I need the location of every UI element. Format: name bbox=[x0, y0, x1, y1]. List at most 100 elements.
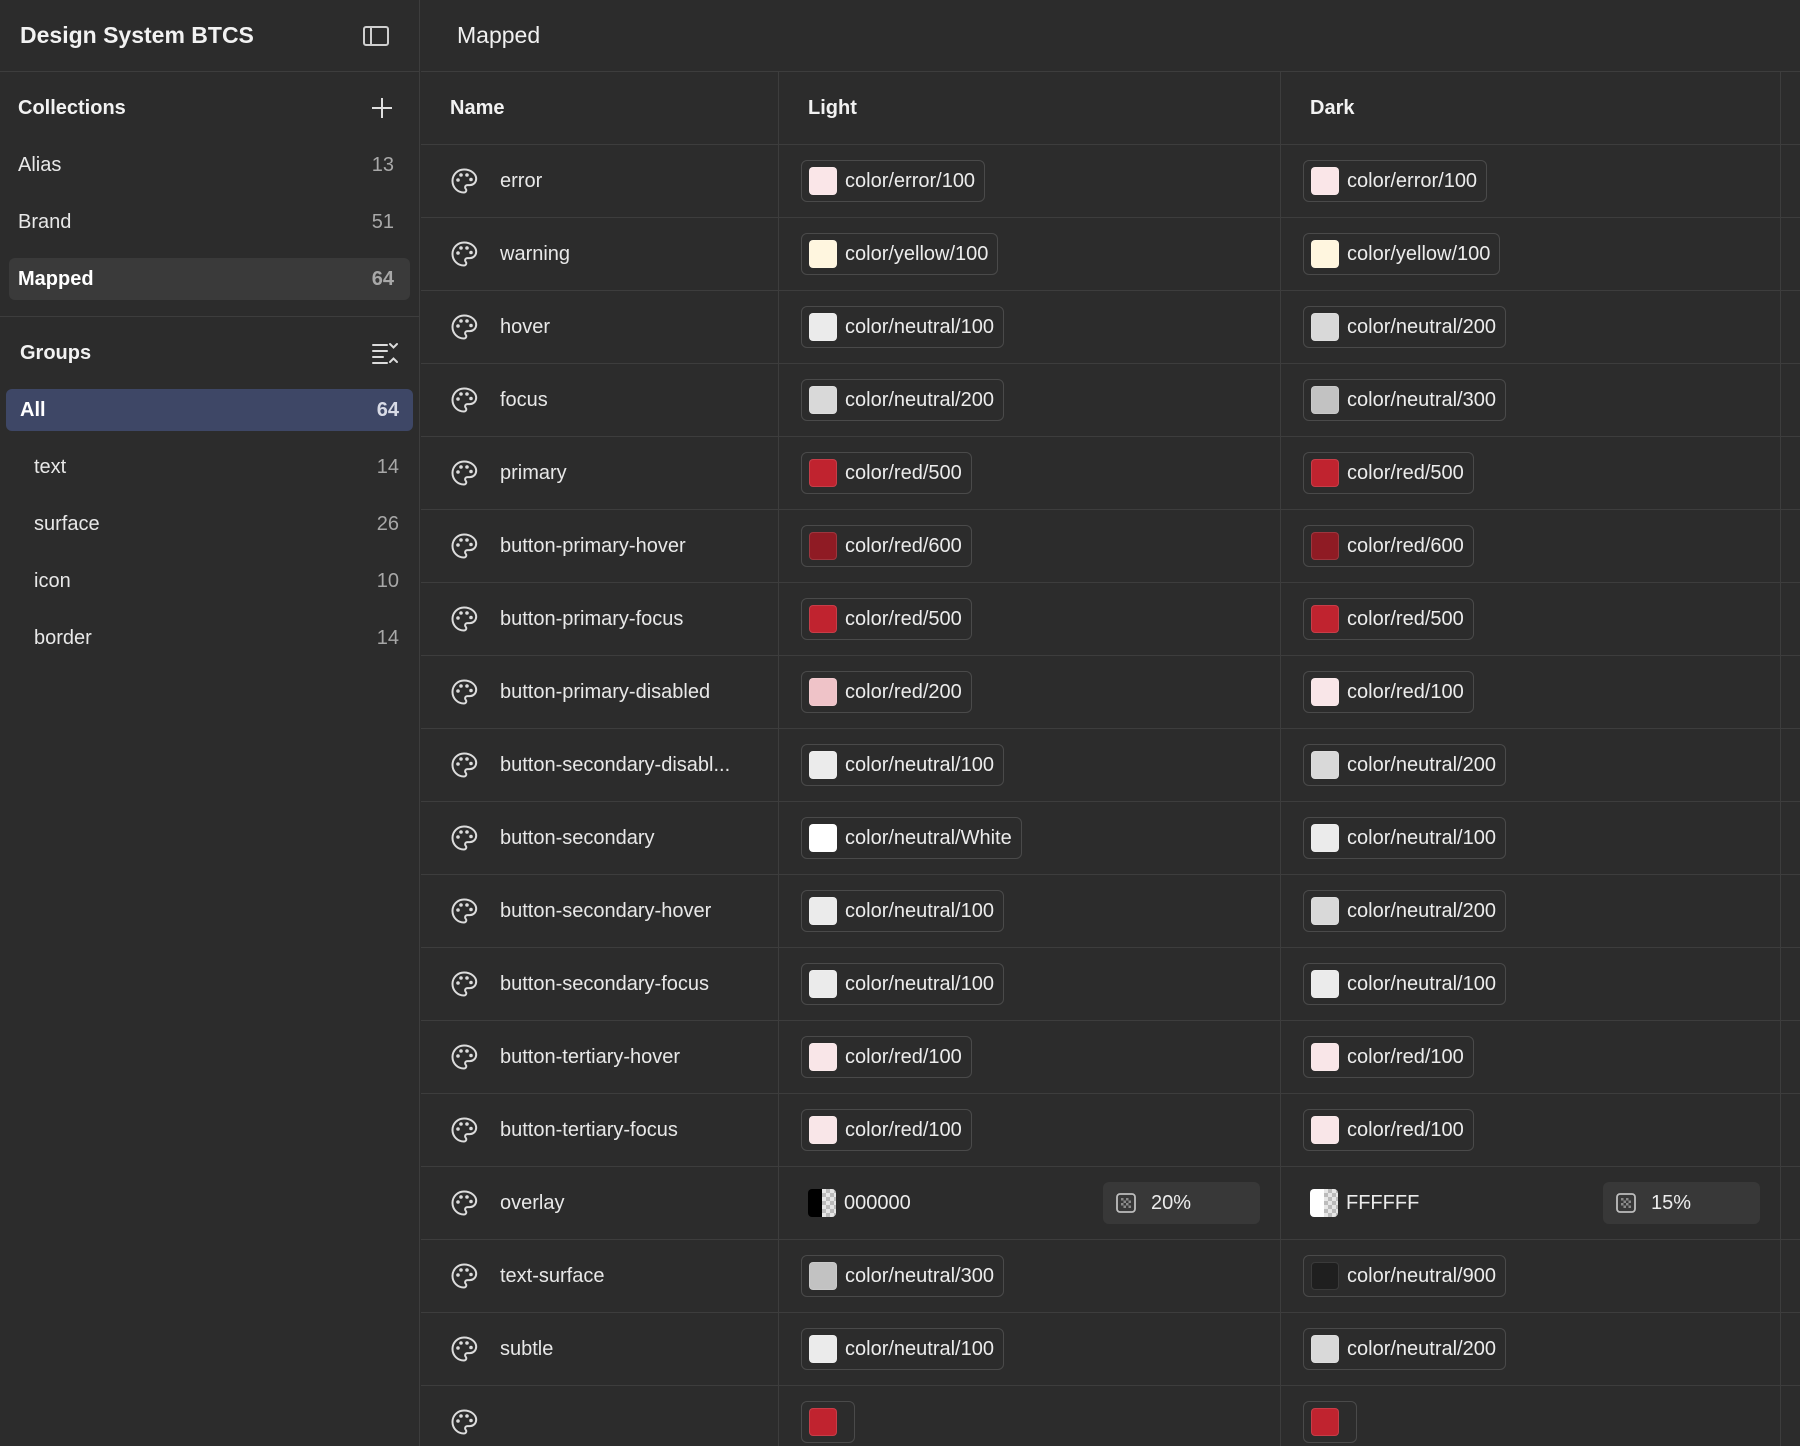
alias-value-pill[interactable]: color/red/500 bbox=[801, 598, 972, 640]
alias-value-pill[interactable]: color/red/200 bbox=[801, 671, 972, 713]
alias-value-pill[interactable]: color/neutral/100 bbox=[801, 744, 1004, 786]
alias-value-pill[interactable]: color/neutral/900 bbox=[1303, 1255, 1506, 1297]
dark-value-cell[interactable]: color/red/500 bbox=[1281, 437, 1781, 509]
name-cell[interactable]: button-secondary bbox=[421, 802, 779, 874]
light-value-cell[interactable]: color/neutral/100 bbox=[779, 948, 1281, 1020]
table-row[interactable]: button-primary-disabled color/red/200 colo… bbox=[421, 656, 1800, 729]
name-cell[interactable]: text-surface bbox=[421, 1240, 779, 1312]
light-value-cell[interactable]: color/red/100 bbox=[779, 1094, 1281, 1166]
dark-value-cell[interactable]: color/red/600 bbox=[1281, 510, 1781, 582]
light-value-cell[interactable] bbox=[779, 1386, 1281, 1446]
alias-value-pill[interactable]: color/neutral/100 bbox=[801, 963, 1004, 1005]
dark-value-cell[interactable]: color/red/500 bbox=[1281, 583, 1781, 655]
column-header-light[interactable]: Light bbox=[779, 72, 1281, 144]
name-cell[interactable] bbox=[421, 1386, 779, 1446]
dark-value-cell[interactable]: color/neutral/200 bbox=[1281, 875, 1781, 947]
alias-value-pill[interactable]: color/red/100 bbox=[1303, 1036, 1474, 1078]
group-item-text[interactable]: text 14 bbox=[6, 446, 413, 488]
alias-value-pill[interactable]: color/red/100 bbox=[1303, 671, 1474, 713]
dark-value-cell[interactable]: color/neutral/900 bbox=[1281, 1240, 1781, 1312]
table-row[interactable]: error color/error/100 color/error/100 bbox=[421, 145, 1800, 218]
collection-item-brand[interactable]: Brand 51 bbox=[9, 201, 410, 243]
light-value-cell[interactable]: color/red/100 bbox=[779, 1021, 1281, 1093]
table-row[interactable]: overlay 000000 20% FFFFFF 15% bbox=[421, 1167, 1800, 1240]
alias-value-pill[interactable]: color/red/600 bbox=[801, 525, 972, 567]
group-item-border[interactable]: border 14 bbox=[6, 617, 413, 659]
alias-value-pill[interactable]: color/error/100 bbox=[1303, 160, 1488, 202]
table-row[interactable]: button-secondary color/neutral/White color… bbox=[421, 802, 1800, 875]
alias-value-pill[interactable]: color/red/500 bbox=[801, 452, 972, 494]
dark-value-cell[interactable]: FFFFFF 15% bbox=[1281, 1167, 1781, 1239]
table-row[interactable]: hover color/neutral/100 color/neutral/200 bbox=[421, 291, 1800, 364]
dark-value-cell[interactable]: color/red/100 bbox=[1281, 656, 1781, 728]
sort-list-icon[interactable] bbox=[371, 341, 399, 365]
light-value-cell[interactable]: color/neutral/200 bbox=[779, 364, 1281, 436]
table-row[interactable]: button-primary-hover color/red/600 color/r… bbox=[421, 510, 1800, 583]
name-cell[interactable]: overlay bbox=[421, 1167, 779, 1239]
table-row[interactable]: button-secondary-hover color/neutral/100 c… bbox=[421, 875, 1800, 948]
hex-value[interactable]: 000000 bbox=[801, 1189, 911, 1217]
table-row[interactable]: button-primary-focus color/red/500 color/r… bbox=[421, 583, 1800, 656]
alias-value-pill[interactable]: color/red/100 bbox=[801, 1036, 972, 1078]
alias-value-pill[interactable]: color/error/100 bbox=[801, 160, 986, 202]
dark-value-cell[interactable]: color/neutral/200 bbox=[1281, 291, 1781, 363]
alias-value-pill[interactable]: color/neutral/200 bbox=[1303, 306, 1506, 348]
dark-value-cell[interactable]: color/neutral/100 bbox=[1281, 802, 1781, 874]
name-cell[interactable]: subtle bbox=[421, 1313, 779, 1385]
light-value-cell[interactable]: color/red/600 bbox=[779, 510, 1281, 582]
light-value-cell[interactable]: color/neutral/100 bbox=[779, 291, 1281, 363]
alias-value-pill[interactable]: color/neutral/200 bbox=[1303, 744, 1506, 786]
table-row[interactable]: focus color/neutral/200 color/neutral/300 bbox=[421, 364, 1800, 437]
hex-value[interactable]: FFFFFF bbox=[1303, 1189, 1419, 1217]
dark-value-cell[interactable]: color/neutral/300 bbox=[1281, 364, 1781, 436]
light-value-cell[interactable]: color/neutral/White bbox=[779, 802, 1281, 874]
opacity-input[interactable]: 15% bbox=[1603, 1182, 1760, 1224]
alias-value-pill[interactable]: color/neutral/300 bbox=[801, 1255, 1004, 1297]
light-value-cell[interactable]: 000000 20% bbox=[779, 1167, 1281, 1239]
alias-value-pill[interactable]: color/neutral/100 bbox=[801, 890, 1004, 932]
light-value-cell[interactable]: color/red/200 bbox=[779, 656, 1281, 728]
dark-value-cell[interactable]: color/neutral/200 bbox=[1281, 1313, 1781, 1385]
name-cell[interactable]: warning bbox=[421, 218, 779, 290]
alias-value-pill[interactable]: color/yellow/100 bbox=[801, 233, 999, 275]
light-value-cell[interactable]: color/neutral/100 bbox=[779, 875, 1281, 947]
alias-value-pill[interactable]: color/red/500 bbox=[1303, 598, 1474, 640]
table-row[interactable]: button-secondary-disabl... color/neutral/… bbox=[421, 729, 1800, 802]
table-row[interactable]: button-tertiary-focus color/red/100 color/… bbox=[421, 1094, 1800, 1167]
light-value-cell[interactable]: color/red/500 bbox=[779, 583, 1281, 655]
light-value-cell[interactable]: color/yellow/100 bbox=[779, 218, 1281, 290]
name-cell[interactable]: button-secondary-hover bbox=[421, 875, 779, 947]
dark-value-cell[interactable]: color/neutral/200 bbox=[1281, 729, 1781, 801]
alias-value-pill[interactable]: color/neutral/100 bbox=[1303, 963, 1506, 1005]
name-cell[interactable]: button-primary-disabled bbox=[421, 656, 779, 728]
alias-value-pill[interactable]: color/neutral/300 bbox=[1303, 379, 1506, 421]
add-collection-plus-icon[interactable] bbox=[371, 97, 393, 119]
name-cell[interactable]: button-tertiary-focus bbox=[421, 1094, 779, 1166]
column-header-dark[interactable]: Dark bbox=[1281, 72, 1781, 144]
alias-value-pill[interactable] bbox=[1303, 1401, 1357, 1443]
name-cell[interactable]: button-primary-hover bbox=[421, 510, 779, 582]
name-cell[interactable]: primary bbox=[421, 437, 779, 509]
alias-value-pill[interactable]: color/neutral/100 bbox=[1303, 817, 1506, 859]
dark-value-cell[interactable] bbox=[1281, 1386, 1781, 1446]
alias-value-pill[interactable]: color/neutral/White bbox=[801, 817, 1022, 859]
group-item-all[interactable]: All 64 bbox=[6, 389, 413, 431]
dark-value-cell[interactable]: color/yellow/100 bbox=[1281, 218, 1781, 290]
opacity-input[interactable]: 20% bbox=[1103, 1182, 1260, 1224]
table-row[interactable] bbox=[421, 1386, 1800, 1446]
name-cell[interactable]: button-secondary-disabl... bbox=[421, 729, 779, 801]
table-row[interactable]: subtle color/neutral/100 color/neutral/200 bbox=[421, 1313, 1800, 1386]
name-cell[interactable]: focus bbox=[421, 364, 779, 436]
light-value-cell[interactable]: color/neutral/300 bbox=[779, 1240, 1281, 1312]
alias-value-pill[interactable]: color/neutral/100 bbox=[801, 306, 1004, 348]
collection-item-alias[interactable]: Alias 13 bbox=[9, 144, 410, 186]
table-row[interactable]: button-tertiary-hover color/red/100 color/… bbox=[421, 1021, 1800, 1094]
alias-value-pill[interactable]: color/red/500 bbox=[1303, 452, 1474, 494]
table-row[interactable]: primary color/red/500 color/red/500 bbox=[421, 437, 1800, 510]
collection-item-mapped[interactable]: Mapped 64 bbox=[9, 258, 410, 300]
group-item-surface[interactable]: surface 26 bbox=[6, 503, 413, 545]
dark-value-cell[interactable]: color/neutral/100 bbox=[1281, 948, 1781, 1020]
dark-value-cell[interactable]: color/red/100 bbox=[1281, 1094, 1781, 1166]
alias-value-pill[interactable]: color/neutral/200 bbox=[801, 379, 1004, 421]
light-value-cell[interactable]: color/neutral/100 bbox=[779, 729, 1281, 801]
